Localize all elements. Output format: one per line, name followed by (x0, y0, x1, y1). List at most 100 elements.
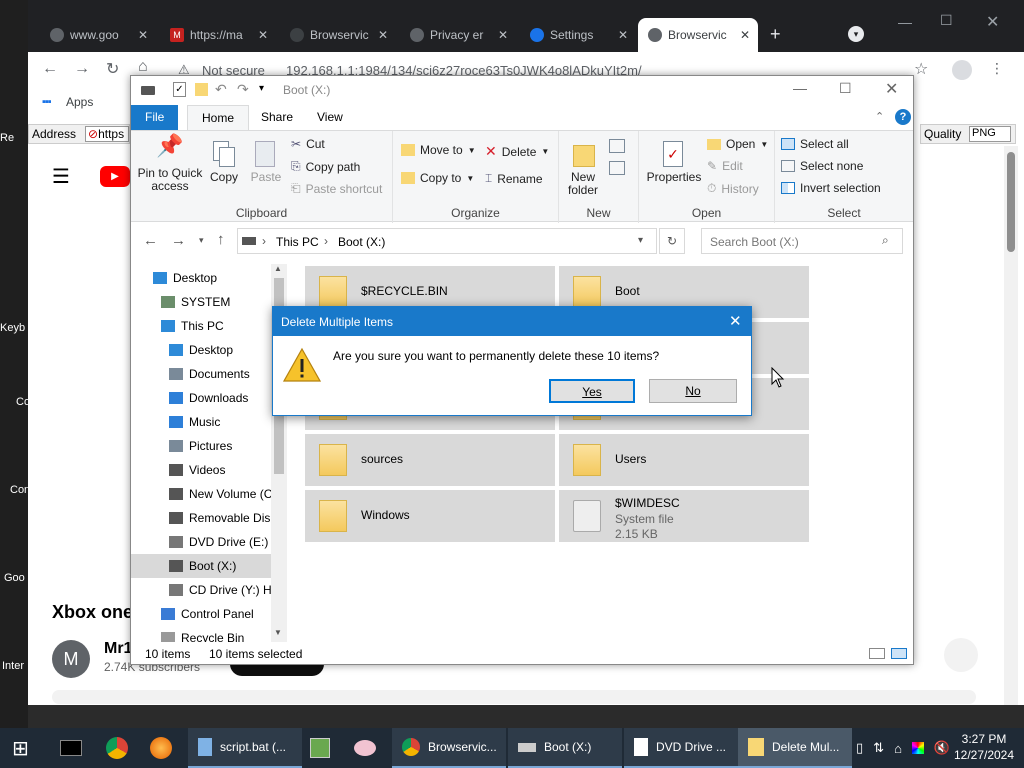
nav-item[interactable]: Downloads (131, 386, 271, 410)
up-icon[interactable]: ↑ (217, 231, 225, 248)
folder-tile[interactable]: Users (559, 434, 809, 486)
undo-icon[interactable]: ↶ (215, 81, 227, 98)
breadcrumb-item[interactable]: This PC (276, 235, 319, 249)
browser-tab[interactable]: Privacy er ✕ (400, 18, 516, 52)
copy-path-button[interactable]: ⎘ Copy path (291, 159, 360, 174)
taskbar-terminal[interactable] (60, 728, 82, 768)
tiles-view-icon[interactable] (891, 648, 907, 659)
chevron-down-icon[interactable]: ▾ (638, 235, 643, 246)
address-field[interactable]: ⊘https (85, 126, 129, 142)
nav-item[interactable]: DVD Drive (E:) I (131, 530, 271, 554)
chevron-right-icon[interactable]: › (262, 234, 266, 248)
folder-tile[interactable]: sources (305, 434, 555, 486)
scrollbar-thumb[interactable] (1007, 152, 1015, 252)
copy-button[interactable]: Copy (205, 139, 243, 184)
select-all-button[interactable]: Select all (781, 137, 849, 151)
taskbar-app[interactable]: Boot (X:) (508, 728, 622, 768)
rename-button[interactable]: ⌶ Rename (485, 171, 543, 186)
cut-button[interactable]: ✂ Cut (291, 137, 325, 151)
browser-tab[interactable]: www.goo ✕ (40, 18, 156, 52)
new-tab-button[interactable]: + (770, 24, 781, 45)
start-button[interactable]: ⊞ (12, 728, 29, 768)
close-icon[interactable]: ✕ (729, 312, 742, 330)
browser-tab[interactable]: Settings ✕ (520, 18, 636, 52)
browser-tab[interactable]: Browservic ✕ (280, 18, 396, 52)
quality-select[interactable]: PNG (969, 126, 1011, 142)
usb-icon[interactable]: ⌂ (894, 741, 902, 756)
invert-selection-button[interactable]: Invert selection (781, 181, 881, 195)
close-icon[interactable]: ✕ (258, 28, 268, 42)
tab-search-button[interactable]: ▾ (848, 26, 864, 42)
details-view-icon[interactable] (869, 648, 885, 659)
desktop-icon-label[interactable]: Inter (2, 660, 24, 672)
refresh-button[interactable]: ↻ (659, 228, 685, 254)
search-box[interactable]: Search Boot (X:) ⌕ (701, 228, 903, 254)
taskbar-paint[interactable] (354, 728, 376, 768)
nav-item[interactable]: New Volume (C (131, 482, 271, 506)
move-to-button[interactable]: Move to ▼ (401, 143, 476, 157)
channel-avatar[interactable]: M (52, 640, 90, 678)
nav-item[interactable]: Documents (131, 362, 271, 386)
close-window-button[interactable]: ✕ (885, 79, 898, 99)
nav-item[interactable]: Music (131, 410, 271, 434)
help-icon[interactable]: ? (895, 109, 911, 125)
tab-view[interactable]: View (303, 105, 357, 130)
nav-item[interactable]: CD Drive (Y:) H (131, 578, 271, 602)
apps-link[interactable]: Apps (66, 95, 93, 109)
taskbar-app[interactable]: DVD Drive ... (624, 728, 738, 768)
copy-to-button[interactable]: Copy to ▼ (401, 171, 474, 185)
nav-item[interactable]: Control Panel (131, 602, 271, 626)
edit-button[interactable]: ✎ Edit (707, 159, 743, 173)
reload-icon[interactable]: ↻ (106, 59, 119, 79)
folder-tile[interactable]: Windows (305, 490, 555, 542)
maximize-button[interactable]: ☐ (940, 12, 953, 29)
nav-item[interactable]: Removable Dis (131, 506, 271, 530)
home-icon[interactable]: ⌂ (138, 58, 148, 76)
maximize-button[interactable]: ☐ (839, 80, 852, 97)
forward-icon[interactable]: → (171, 232, 186, 249)
browser-tab-active[interactable]: Browservic ✕ (638, 18, 758, 52)
new-folder-button[interactable]: New folder (563, 139, 603, 197)
redo-icon[interactable]: ↷ (237, 81, 249, 98)
tab-home[interactable]: Home (187, 105, 250, 130)
channel-name[interactable]: Mr1 (104, 640, 132, 658)
profile-avatar[interactable] (952, 60, 972, 80)
display-icon[interactable] (911, 742, 924, 754)
paste-button[interactable]: Paste (245, 139, 287, 184)
page-scrollbar[interactable] (1004, 146, 1018, 705)
properties-quick-icon[interactable]: ✓ (173, 82, 186, 97)
taskbar-chrome[interactable] (106, 728, 128, 768)
desktop-icon-label[interactable]: Goo (4, 572, 25, 584)
nav-item[interactable]: SYSTEM (131, 290, 271, 314)
clock[interactable]: 3:27 PM 12/27/2024 (950, 731, 1018, 763)
paste-shortcut-button[interactable]: ⎗ Paste shortcut (291, 181, 382, 196)
breadcrumb-item[interactable]: Boot (X:) (338, 235, 385, 249)
taskbar-app-active[interactable]: Delete Mul... (738, 728, 852, 768)
nav-item[interactable]: Desktop (131, 266, 271, 290)
yes-button[interactable]: Yes (549, 379, 635, 403)
open-button[interactable]: Open ▼ (707, 137, 768, 151)
pin-quick-access-button[interactable]: 📌 Pin to Quick access (137, 135, 203, 193)
breadcrumb[interactable]: › This PC › Boot (X:) ▾ (237, 228, 657, 254)
close-icon[interactable]: ✕ (618, 28, 628, 42)
minimize-button[interactable]: — (898, 14, 912, 30)
scroll-down-icon[interactable]: ▼ (274, 628, 282, 637)
history-button[interactable]: ⏱ History (707, 181, 759, 196)
back-icon[interactable]: ← (143, 232, 158, 249)
more-button[interactable] (944, 638, 978, 672)
forward-icon[interactable]: → (74, 60, 90, 78)
bookmark-star-icon[interactable]: ☆ (914, 59, 928, 79)
nav-item[interactable]: Desktop (131, 338, 271, 362)
taskbar-app[interactable]: Browservic... (392, 728, 506, 768)
delete-button[interactable]: ✕ Delete ▼ (485, 143, 549, 160)
scroll-up-icon[interactable]: ▲ (274, 264, 282, 273)
taskbar-firefox[interactable] (150, 728, 172, 768)
hamburger-icon[interactable]: ☰ (52, 164, 70, 189)
tab-file[interactable]: File (131, 105, 179, 130)
file-tile[interactable]: $WIMDESC System file 2.15 KB (559, 490, 809, 542)
minimize-button[interactable]: — (793, 80, 807, 96)
close-icon[interactable]: ✕ (138, 28, 148, 42)
close-icon[interactable]: ✕ (498, 28, 508, 42)
customize-quick-access-icon[interactable]: ▾ (259, 83, 264, 94)
easy-access-icon[interactable] (609, 161, 625, 175)
